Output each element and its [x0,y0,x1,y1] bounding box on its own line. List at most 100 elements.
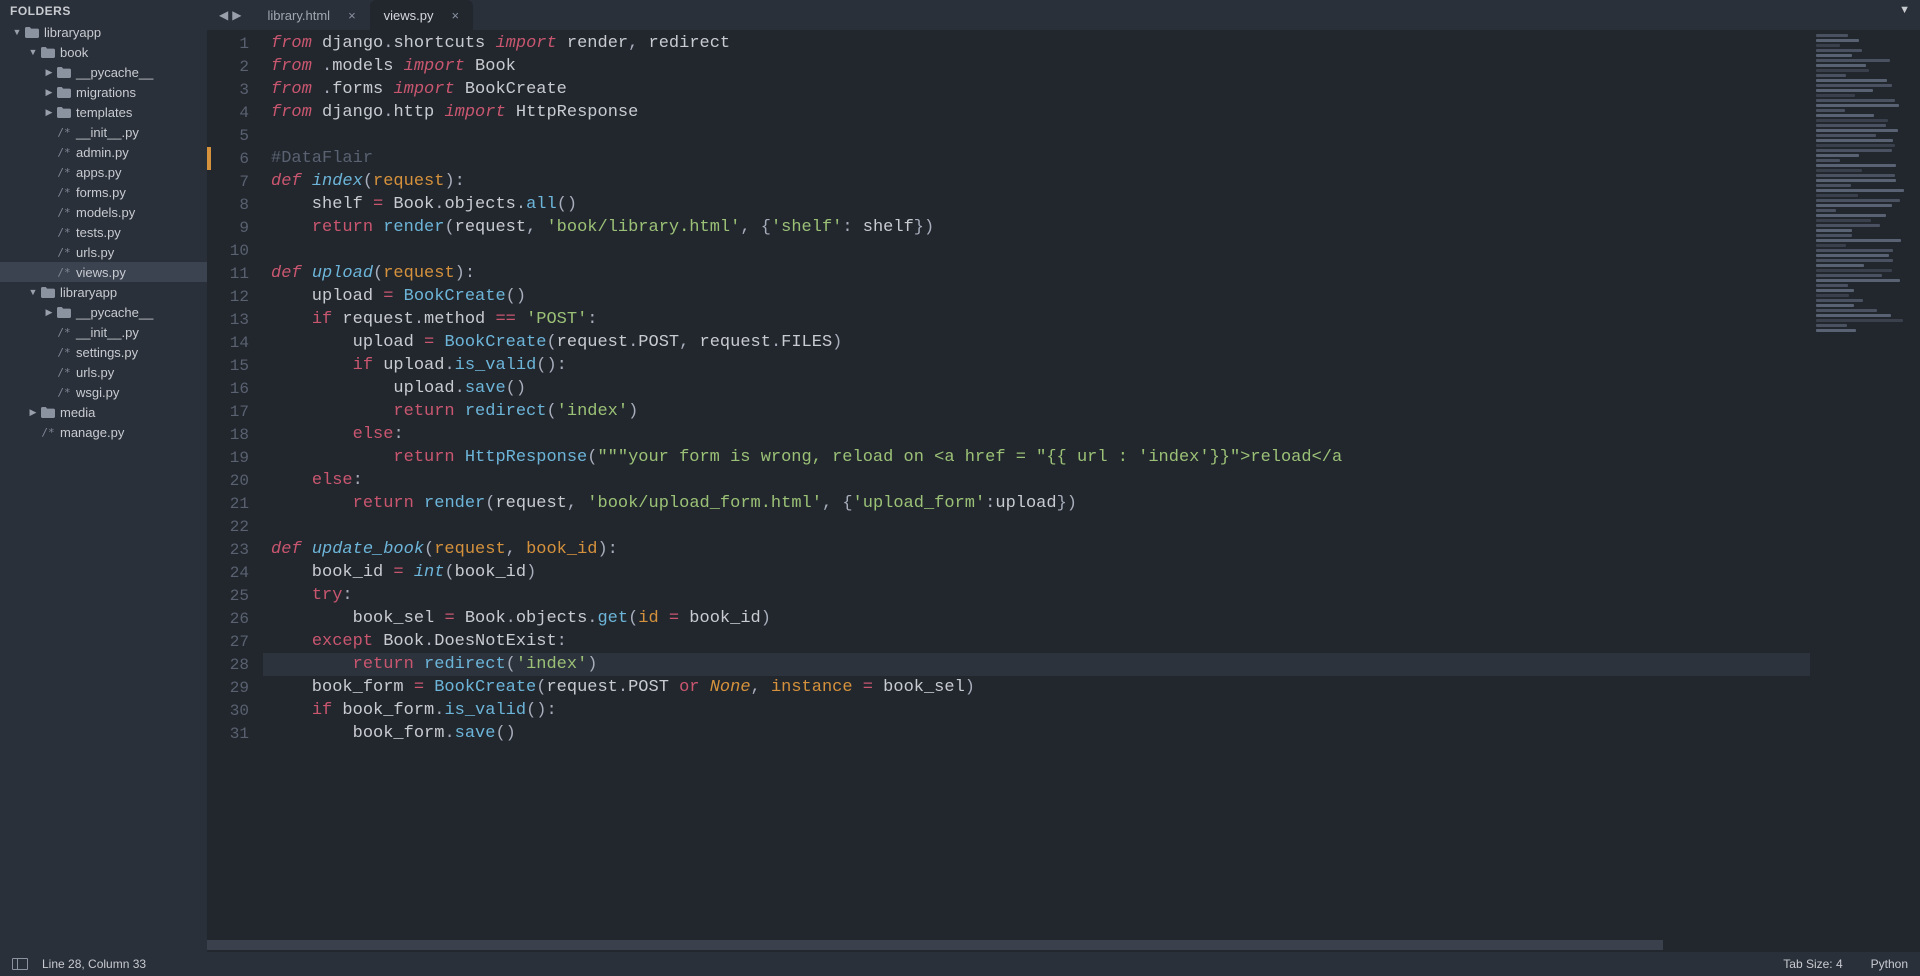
line-number[interactable]: 28 [211,656,263,674]
code-line[interactable]: upload.save() [263,377,1810,400]
code-line[interactable]: upload = BookCreate(request.POST, reques… [263,331,1810,354]
status-tabsize[interactable]: Tab Size: 4 [1783,957,1842,971]
code-line[interactable]: return render(request, 'book/upload_form… [263,492,1810,515]
minimap[interactable] [1810,30,1920,938]
file-item[interactable]: /*models.py [0,202,207,222]
code-line[interactable]: def upload(request): [263,262,1810,285]
editor-tab[interactable]: library.html× [253,0,369,30]
line-number[interactable]: 27 [211,633,263,651]
code-line[interactable]: return redirect('index') [263,400,1810,423]
horizontal-scrollbar[interactable] [207,938,1920,952]
line-number[interactable]: 31 [211,725,263,743]
file-item[interactable]: /*wsgi.py [0,382,207,402]
editor-tab[interactable]: views.py× [370,0,473,30]
file-item[interactable]: /*__init__.py [0,122,207,142]
code-line[interactable]: return HttpResponse("""your form is wron… [263,446,1810,469]
code-line[interactable]: else: [263,423,1810,446]
file-item[interactable]: /*views.py [0,262,207,282]
code-line[interactable]: except Book.DoesNotExist: [263,630,1810,653]
code-line[interactable]: shelf = Book.objects.all() [263,193,1810,216]
line-number[interactable]: 12 [211,288,263,306]
line-number[interactable]: 25 [211,587,263,605]
folder-item[interactable]: ▼libraryapp [0,22,207,42]
line-number[interactable]: 11 [211,265,263,283]
code-line[interactable]: book_sel = Book.objects.get(id = book_id… [263,607,1810,630]
code-line[interactable] [263,239,1810,262]
tree-arrow-icon[interactable]: ▼ [12,27,22,37]
code-area[interactable]: 1234567891011121314151617181920212223242… [207,30,1920,938]
line-number[interactable]: 16 [211,380,263,398]
file-item[interactable]: /*admin.py [0,142,207,162]
folder-item[interactable]: ▶__pycache__ [0,302,207,322]
line-number[interactable]: 1 [211,35,263,53]
panel-layout-icon[interactable] [12,958,28,970]
file-item[interactable]: /*manage.py [0,422,207,442]
tab-close-icon[interactable]: × [348,8,356,23]
code-line[interactable]: from django.http import HttpResponse [263,101,1810,124]
line-number[interactable]: 22 [211,518,263,536]
line-number[interactable]: 7 [211,173,263,191]
tree-arrow-icon[interactable]: ▶ [44,67,54,78]
folder-item[interactable]: ▼book [0,42,207,62]
line-number[interactable]: 29 [211,679,263,697]
line-number[interactable]: 9 [211,219,263,237]
line-number[interactable]: 17 [211,403,263,421]
code-line[interactable]: from .forms import BookCreate [263,78,1810,101]
tree-arrow-icon[interactable]: ▶ [28,407,38,418]
line-number[interactable]: 30 [211,702,263,720]
status-syntax[interactable]: Python [1871,957,1908,971]
line-number[interactable]: 4 [211,104,263,122]
file-item[interactable]: /*__init__.py [0,322,207,342]
file-item[interactable]: /*forms.py [0,182,207,202]
line-number[interactable]: 5 [211,127,263,145]
file-item[interactable]: /*settings.py [0,342,207,362]
line-number[interactable]: 20 [211,472,263,490]
code-line[interactable]: def index(request): [263,170,1810,193]
code-line[interactable]: try: [263,584,1810,607]
line-number[interactable]: 24 [211,564,263,582]
line-number[interactable]: 23 [211,541,263,559]
scrollbar-thumb[interactable] [207,940,1663,950]
tree-arrow-icon[interactable]: ▶ [44,107,54,118]
line-number[interactable]: 21 [211,495,263,513]
code-line[interactable]: if upload.is_valid(): [263,354,1810,377]
code-line[interactable]: book_id = int(book_id) [263,561,1810,584]
code-line[interactable]: book_form.save() [263,722,1810,745]
line-number[interactable]: 14 [211,334,263,352]
line-number[interactable]: 2 [211,58,263,76]
code-line[interactable] [263,515,1810,538]
code-line[interactable]: else: [263,469,1810,492]
code-line[interactable]: from .models import Book [263,55,1810,78]
code-line[interactable]: return render(request, 'book/library.htm… [263,216,1810,239]
code-line[interactable]: def update_book(request, book_id): [263,538,1810,561]
tree-arrow-icon[interactable]: ▼ [28,47,38,57]
line-number[interactable]: 10 [211,242,263,260]
nav-forward-icon[interactable]: ▶ [232,8,241,22]
code-line[interactable]: if request.method == 'POST': [263,308,1810,331]
tree-arrow-icon[interactable]: ▼ [28,287,38,297]
folder-item[interactable]: ▶templates [0,102,207,122]
folder-item[interactable]: ▶migrations [0,82,207,102]
line-number[interactable]: 3 [211,81,263,99]
line-number[interactable]: 13 [211,311,263,329]
tab-close-icon[interactable]: × [452,8,460,23]
line-number[interactable]: 15 [211,357,263,375]
line-number[interactable]: 19 [211,449,263,467]
code-line[interactable]: from django.shortcuts import render, red… [263,32,1810,55]
tree-arrow-icon[interactable]: ▶ [44,307,54,318]
line-number[interactable]: 18 [211,426,263,444]
code-line[interactable]: book_form = BookCreate(request.POST or N… [263,676,1810,699]
line-number[interactable]: 8 [211,196,263,214]
file-item[interactable]: /*urls.py [0,362,207,382]
line-number[interactable]: 26 [211,610,263,628]
code-line[interactable]: upload = BookCreate() [263,285,1810,308]
folder-item[interactable]: ▶media [0,402,207,422]
code-line[interactable] [263,124,1810,147]
status-cursor[interactable]: Line 28, Column 33 [42,957,146,971]
folder-item[interactable]: ▶__pycache__ [0,62,207,82]
tree-arrow-icon[interactable]: ▶ [44,87,54,98]
file-item[interactable]: /*tests.py [0,222,207,242]
folder-item[interactable]: ▼libraryapp [0,282,207,302]
tabbar-menu-icon[interactable]: ▼ [1899,4,1910,16]
nav-back-icon[interactable]: ◀ [219,8,228,22]
